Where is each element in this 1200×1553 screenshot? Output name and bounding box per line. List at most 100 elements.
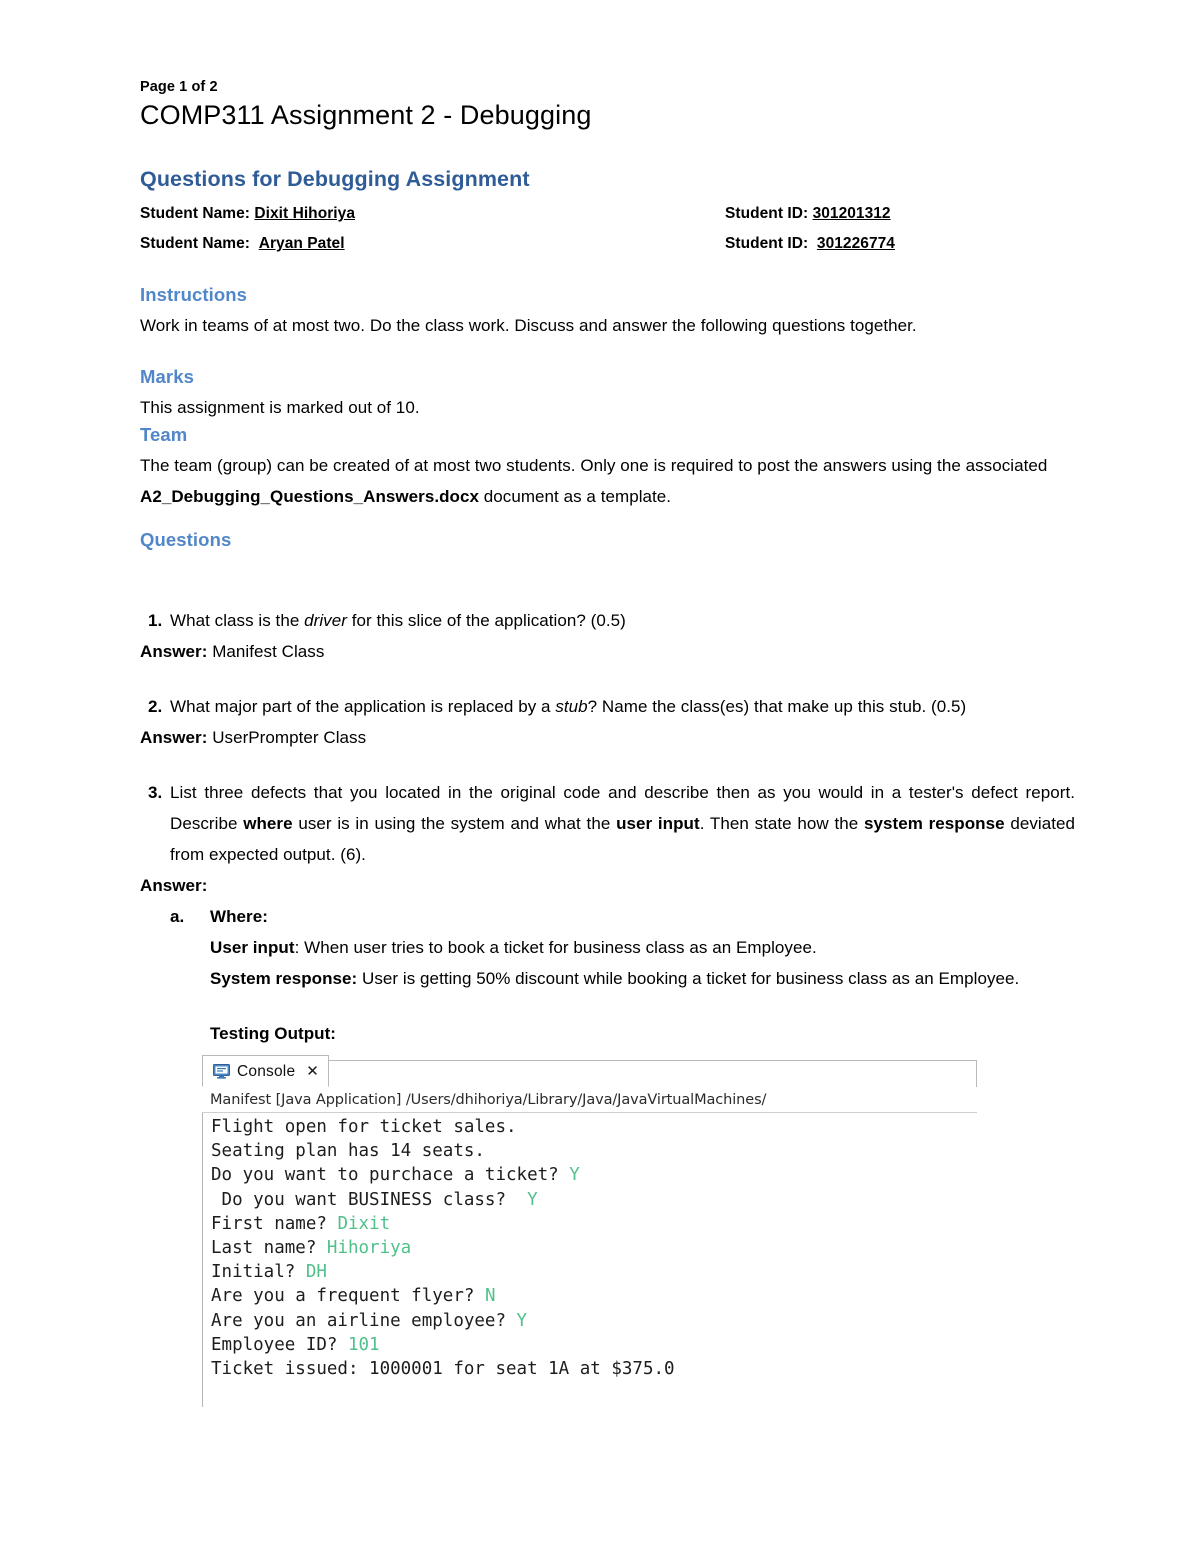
console-line-input: Y	[569, 1165, 580, 1186]
console-line-text: First name?	[211, 1213, 338, 1234]
answer-3-sub-heading: Where:	[210, 907, 268, 926]
team-text: The team (group) can be created of at mo…	[140, 450, 1075, 512]
question-3-number: 3.	[148, 783, 163, 802]
console-line-text: Initial?	[211, 1262, 306, 1283]
question-1-number: 1.	[148, 611, 163, 630]
answer-2-label: Answer:	[140, 728, 208, 747]
console-line-input: Y	[527, 1189, 538, 1210]
console-line-input: Hihoriya	[326, 1238, 412, 1259]
console-line: Initial? DH	[211, 1260, 977, 1284]
question-1-italic: driver	[304, 611, 347, 630]
console-line-text: Do you want to purchace a ticket?	[211, 1165, 570, 1186]
console-line: Ticket issued: 1000001 for seat 1A at $3…	[211, 1357, 977, 1381]
answer-3-user-input: User input: When user tries to book a ti…	[140, 932, 1075, 963]
question-1: 1. What class is the driver for this slic…	[140, 605, 1075, 636]
console-line-input: N	[484, 1286, 496, 1307]
section-heading-questions-for-debugging: Questions for Debugging Assignment	[140, 167, 530, 191]
console-line: Do you want BUSINESS class? Y	[211, 1188, 977, 1212]
console-monitor-icon	[213, 1063, 230, 1079]
document-page: Page 1 of 2 COMP311 Assignment 2 - Debug…	[0, 0, 1200, 1553]
console-line-text: Do you want BUSINESS class?	[211, 1189, 528, 1210]
console-line-text: Are you a frequent flyer?	[211, 1286, 485, 1307]
answer-3-system-response: System response: User is getting 50% dis…	[140, 963, 1075, 994]
answer-3-sub-a: a. Where:	[140, 901, 1075, 932]
system-response-text: User is getting 50% discount while booki…	[357, 969, 1020, 988]
question-2: 2. What major part of the application is …	[140, 691, 1075, 722]
testing-output-label: Testing Output:	[210, 1024, 337, 1043]
marks-text: This assignment is marked out of 10.	[140, 398, 420, 417]
console-line: Are you an airline employee? Y	[211, 1309, 977, 1333]
console-line-input: Dixit	[337, 1213, 391, 1234]
student-name-value: Aryan Patel	[258, 235, 345, 252]
console-line: Employee ID? 101	[211, 1333, 977, 1357]
question-3: 3. List three defects that you located in…	[140, 777, 1075, 870]
question-3-bold-where: where	[243, 814, 293, 833]
student-id-value: 301201312	[812, 205, 891, 222]
console-line: Last name? Hihoriya	[211, 1236, 977, 1260]
console-line: First name? Dixit	[211, 1212, 977, 1236]
user-input-text: : When user tries to book a ticket for b…	[294, 938, 817, 957]
question-1-text-b: for this slice of the application? (0.5)	[346, 611, 626, 630]
question-2-italic: stub	[555, 697, 588, 716]
close-icon[interactable]: ✕	[306, 1064, 319, 1079]
heading-team: Team	[140, 424, 188, 445]
console-line: Seating plan has 14 seats.	[211, 1139, 977, 1163]
student-id-value: 301226774	[816, 235, 895, 252]
question-2-text-a: What major part of the application is re…	[170, 697, 556, 716]
team-text-before: The team (group) can be created of at mo…	[140, 456, 1048, 475]
tab-console[interactable]: Console ✕	[202, 1055, 329, 1087]
question-2-number: 2.	[148, 697, 163, 716]
answer-3-label: Answer:	[140, 876, 208, 895]
console-line-input: 101	[347, 1334, 380, 1355]
question-3-bold-system-response: system response	[863, 814, 1005, 833]
answer-1-text: Manifest Class	[207, 642, 325, 661]
console-line: Do you want to purchace a ticket? Y	[211, 1163, 977, 1187]
student-row: Student Name: Dixit Hihoriya Student ID:…	[140, 199, 1075, 229]
answer-1-label: Answer:	[140, 642, 208, 661]
document-title: COMP311 Assignment 2 - Debugging	[140, 100, 592, 130]
console-tab-empty-area	[328, 1060, 977, 1087]
answer-2-text: UserPrompter Class	[207, 728, 367, 747]
console-line-input: Y	[516, 1310, 528, 1331]
question-3-part2: user is in using the system and what the	[292, 814, 617, 833]
console-line-text: Last name?	[211, 1238, 327, 1259]
student-row: Student Name: Aryan Patel Student ID: 30…	[140, 229, 1075, 259]
console-line-text: Are you an airline employee?	[211, 1310, 517, 1331]
console-tab-bar: Console ✕	[202, 1055, 977, 1087]
console-line-text: Flight open for ticket sales.	[211, 1117, 517, 1137]
system-response-label: System response:	[210, 969, 358, 988]
console-line: Flight open for ticket sales.	[211, 1115, 977, 1139]
page-number: Page 1 of 2	[140, 79, 218, 95]
console-output-body[interactable]: Flight open for ticket sales. Seating pl…	[202, 1113, 977, 1408]
heading-instructions: Instructions	[140, 284, 248, 305]
student-name-label: Student Name:	[140, 205, 255, 222]
student-id-label: Student ID:	[725, 205, 813, 222]
student-name-label: Student Name:	[140, 235, 259, 252]
answer-2: Answer: UserPrompter Class	[140, 722, 1075, 753]
console-line-input: DH	[305, 1262, 327, 1283]
console-line-text: Seating plan has 14 seats.	[211, 1141, 485, 1162]
console-tab-label: Console	[237, 1062, 296, 1080]
student-name-value: Dixit Hihoriya	[254, 205, 356, 222]
team-template-filename: A2_Debugging_Questions_Answers.docx	[140, 487, 479, 506]
question-2-text-b: ? Name the class(es) that make up this s…	[587, 697, 967, 716]
heading-marks: Marks	[140, 366, 194, 387]
instructions-text: Work in teams of at most two. Do the cla…	[140, 316, 917, 335]
console-launch-config-line: Manifest [Java Application] /Users/dhiho…	[202, 1087, 977, 1113]
console-line-text: Employee ID?	[211, 1334, 348, 1355]
console-line-text: Ticket issued: 1000001 for seat 1A at $3…	[211, 1359, 675, 1380]
question-3-part3: . Then state how the	[699, 814, 864, 833]
answer-1: Answer: Manifest Class	[140, 636, 1075, 667]
team-text-after: document as a template.	[479, 487, 672, 506]
user-input-label: User input	[210, 938, 295, 957]
console-line: Are you a frequent flyer? N	[211, 1284, 977, 1308]
heading-questions: Questions	[140, 529, 232, 550]
question-1-text-a: What class is the	[170, 611, 305, 630]
